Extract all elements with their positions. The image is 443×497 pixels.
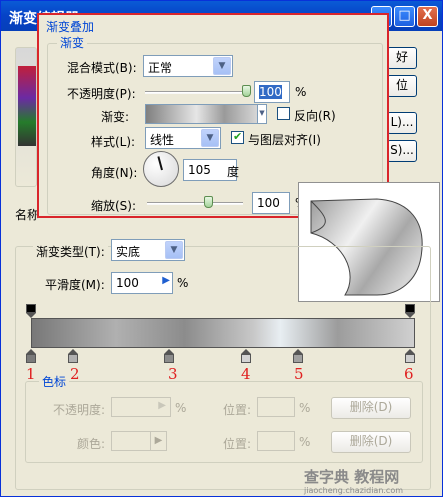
scale-input[interactable]: 100 [252, 192, 290, 214]
position-button[interactable]: 位 [387, 75, 417, 97]
align-with-layer-checkbox[interactable] [231, 130, 244, 144]
ok-button[interactable]: 好 [387, 47, 417, 69]
color-stop-2[interactable] [68, 349, 78, 363]
stop-opacity-label: 不透明度: [53, 403, 106, 417]
opacity-slider[interactable] [145, 91, 251, 94]
opacity-input[interactable]: 100 [254, 81, 290, 103]
name-label: 名称 [15, 208, 40, 222]
stop-opacity-input[interactable]: ▶ [111, 397, 171, 417]
gradient-editor-window: 渐变编辑器 _ □ X 好 位 L)... S)... 名称 渐变叠加 渐变 混… [0, 0, 443, 497]
maximize-button[interactable]: □ [394, 6, 415, 27]
load-button[interactable]: L)... [387, 112, 417, 134]
angle-label: 角度(N): [91, 166, 138, 180]
smoothness-label: 平滑度(M): [45, 278, 105, 292]
presets-panel [15, 47, 37, 187]
chevron-down-icon: ▼ [213, 57, 231, 75]
preset-swatches[interactable] [18, 66, 36, 146]
stop-color-position-label: 位置: [223, 437, 252, 451]
reverse-label: 反向(R) [294, 109, 336, 123]
reverse-checkbox[interactable] [277, 107, 290, 120]
scale-label: 缩放(S): [91, 199, 137, 213]
style-select[interactable]: 线性 ▼ [145, 127, 221, 149]
color-stop-1[interactable] [26, 349, 36, 363]
watermark-url: jiaocheng.chazidian.com [304, 486, 404, 495]
chevron-right-icon: ▶ [158, 400, 166, 411]
opacity-stop-left[interactable] [26, 304, 36, 318]
delete-opacity-stop-button[interactable]: 删除(D) [331, 397, 411, 419]
stop-opacity-unit: % [175, 401, 187, 415]
overlay-title: 渐变叠加 [43, 18, 98, 35]
chevron-down-icon: ▼ [201, 129, 219, 147]
angle-unit: 度 [227, 165, 240, 179]
gradient-swatch[interactable] [145, 104, 259, 124]
color-stop-5[interactable] [293, 349, 303, 363]
stop-color-swatch[interactable]: ▶ [111, 431, 167, 451]
opacity-label: 不透明度(P): [67, 87, 136, 101]
watermark: 查字典 教程网 [304, 468, 400, 486]
color-stop-6[interactable] [405, 349, 415, 363]
opacity-slider-thumb[interactable] [242, 85, 251, 97]
gradient-bar[interactable] [31, 318, 415, 348]
align-with-layer-label: 与图层对齐(I) [248, 133, 321, 147]
opacity-unit: % [295, 85, 307, 99]
smoothness-unit: % [177, 276, 189, 290]
style-value: 线性 [150, 133, 175, 147]
opacity-stop-right[interactable] [405, 304, 415, 318]
color-stops-label: 色标 [39, 373, 70, 390]
style-label: 样式(L): [91, 135, 136, 149]
blend-mode-value: 正常 [148, 61, 173, 75]
scale-slider[interactable] [147, 202, 243, 205]
chevron-right-icon: ▶ [150, 432, 166, 450]
angle-dial[interactable] [143, 151, 179, 187]
gradient-label: 渐变: [101, 110, 130, 124]
stop-color-label: 颜色: [77, 437, 106, 451]
stop-position-input[interactable] [257, 397, 295, 417]
smoothness-input[interactable]: 100 ▶ [111, 272, 173, 294]
gradient-type-value: 实底 [116, 245, 141, 259]
chevron-down-icon: ▼ [165, 241, 183, 259]
color-stop-4[interactable] [241, 349, 251, 363]
save-button[interactable]: S)... [387, 140, 417, 162]
gradient-picker-dropdown[interactable]: ▼ [257, 104, 267, 124]
scale-slider-thumb[interactable] [204, 196, 213, 208]
stop-color-position-unit: % [299, 435, 311, 449]
delete-color-stop-button[interactable]: 删除(D) [331, 431, 411, 453]
gradient-group-label: 渐变 [57, 34, 88, 51]
stop-position-label: 位置: [223, 403, 252, 417]
stop-position-unit: % [299, 401, 311, 415]
blend-mode-label: 混合模式(B): [67, 61, 137, 75]
blend-mode-select[interactable]: 正常 ▼ [143, 55, 233, 77]
close-button[interactable]: X [417, 6, 438, 27]
gradient-type-select[interactable]: 实底 ▼ [111, 239, 185, 261]
stop-color-position-input[interactable] [257, 431, 295, 451]
gradient-type-label: 渐变类型(T): [33, 243, 108, 260]
chevron-right-icon[interactable]: ▶ [162, 275, 170, 286]
color-stop-3[interactable] [164, 349, 174, 363]
chevron-down-icon: ▼ [258, 105, 266, 123]
